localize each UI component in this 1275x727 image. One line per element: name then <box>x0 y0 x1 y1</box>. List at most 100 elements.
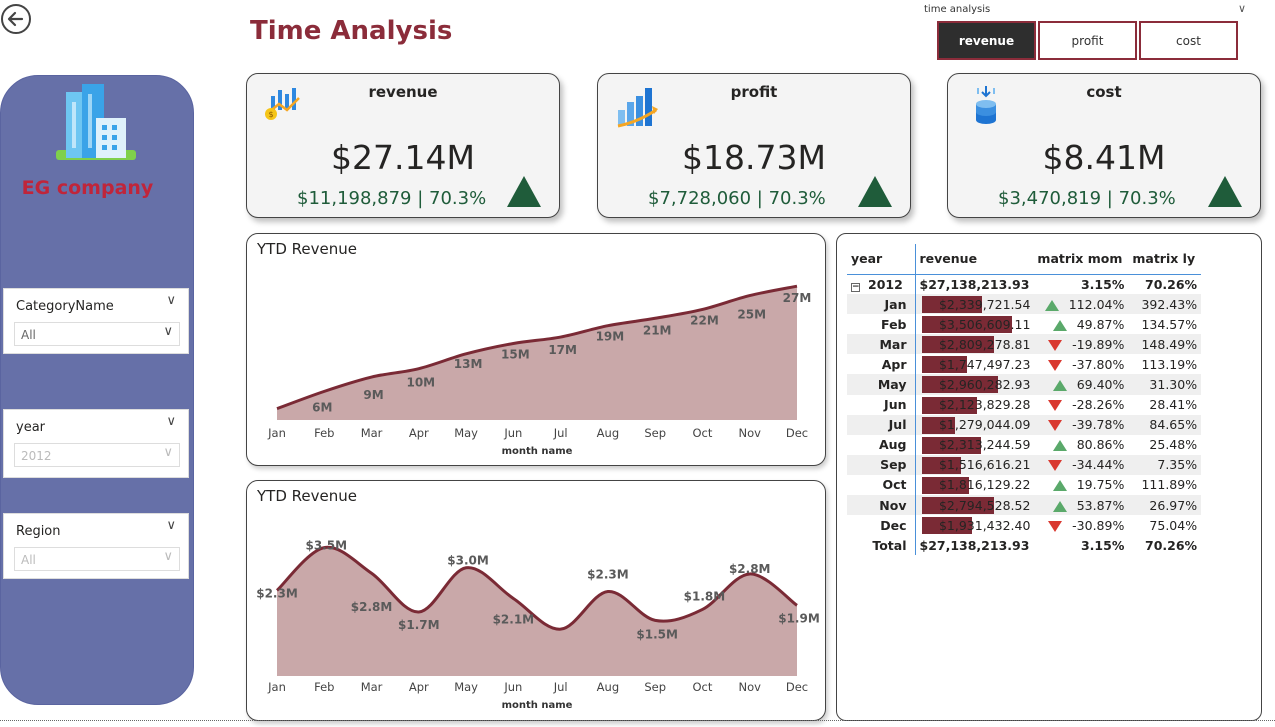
x-tick-label: Jul <box>553 680 568 694</box>
revenue-cell: $2,794,528.52 <box>915 495 1034 516</box>
table-row: Mar $2,809,278.81 -19.89% 148.49% <box>847 334 1202 355</box>
x-tick-label: Nov <box>739 426 762 440</box>
down-arrow-icon <box>1048 460 1063 472</box>
down-arrow-icon <box>1048 359 1063 371</box>
revenue-cell: $2,339,721.54 <box>915 294 1034 315</box>
data-label: $3.0M <box>447 554 489 568</box>
category-dropdown[interactable]: All ∨ <box>14 322 180 346</box>
profit-toggle-button[interactable]: profit <box>1038 21 1137 60</box>
x-tick-label: May <box>454 426 478 440</box>
revenue-cell: $2,123,829.28 <box>915 395 1033 415</box>
revenue-cell: $1,747,497.23 <box>915 354 1033 374</box>
ly-value: 392.43% <box>1128 294 1202 315</box>
ly-value: 25.48% <box>1149 437 1198 453</box>
cost-toggle-button[interactable]: cost <box>1139 21 1238 60</box>
card-subvalue: $11,198,879 | 70.3% <box>297 188 487 209</box>
chevron-down-icon[interactable]: ∨ <box>163 549 173 564</box>
chevron-down-icon[interactable]: ∨ <box>166 518 176 533</box>
x-tick-label: Sep <box>644 426 666 440</box>
x-tick-label: Mar <box>361 426 383 440</box>
building-icon <box>56 84 136 160</box>
card-value: $18.73M <box>682 138 826 177</box>
revenue-cell: $2,809,278.81 <box>915 334 1034 355</box>
chevron-down-icon[interactable]: ∨ <box>166 414 176 429</box>
chevron-down-icon[interactable]: ∨ <box>163 445 173 460</box>
data-label: 22M <box>690 313 719 327</box>
mom-cell: -19.89% <box>1033 334 1129 355</box>
table-row: Jul $1,279,044.09 -39.78% 84.65% <box>847 414 1202 435</box>
revenue-cell: $1,816,129.22 <box>915 475 1033 495</box>
chevron-down-icon[interactable]: ∨ <box>163 324 173 339</box>
data-label: $2.8M <box>351 600 393 614</box>
total-label: Total <box>847 535 916 556</box>
x-tick-label: Jun <box>503 426 522 440</box>
revenue-value: $1,931,432.40 <box>938 517 1031 533</box>
year-dropdown[interactable]: 2012 ∨ <box>14 443 180 467</box>
profit-card: profit $18.73M $7,728,060 | 70.3% <box>597 73 911 218</box>
x-tick-label: Sep <box>644 680 666 694</box>
back-button[interactable] <box>1 4 31 34</box>
table-row: Sep $1,516,616.21 -34.44% 7.35% <box>847 454 1202 475</box>
ly-value: 84.65% <box>1128 414 1202 435</box>
year-slicer[interactable]: year ∨ 2012 ∨ <box>3 409 189 478</box>
card-title: revenue <box>368 83 438 101</box>
chevron-down-icon[interactable]: ∨ <box>1238 2 1246 15</box>
mom-cell: 80.86% <box>1033 435 1128 455</box>
data-label: $2.8M <box>729 562 771 576</box>
page-divider <box>0 720 1275 721</box>
up-arrow-icon <box>1052 500 1067 512</box>
category-slicer[interactable]: CategoryName ∨ All ∨ <box>3 288 189 354</box>
region-dropdown[interactable]: All ∨ <box>14 547 180 571</box>
table-row: Aug $2,313,244.59 80.86% 25.48% <box>847 434 1201 455</box>
collapse-icon[interactable]: − <box>851 282 860 292</box>
up-triangle-icon <box>507 176 541 207</box>
total-mom: 3.15% <box>1080 537 1125 553</box>
up-arrow-icon <box>1052 380 1067 392</box>
data-label: $1.7M <box>398 618 440 632</box>
mom-cell: 112.04% <box>1033 294 1129 315</box>
header-revenue[interactable]: revenue <box>915 244 1034 275</box>
time-analysis-label: time analysis <box>924 4 991 15</box>
up-arrow-icon <box>1044 299 1059 311</box>
cost-card: cost $8.41M $3,470,819 | 70.3% <box>947 73 1261 218</box>
header-matrix-mom[interactable]: matrix mom <box>1033 244 1129 275</box>
month-label: May <box>847 374 916 395</box>
company-name: EG company <box>21 177 154 199</box>
revenue-cell: $2,313,244.59 <box>915 435 1033 455</box>
total-row: Total $27,138,213.93 3.15% 70.26% <box>847 535 1201 556</box>
revenue-card: $ revenue $27.14M $11,198,879 | 70.3% <box>246 73 560 218</box>
revenue-cell: $1,516,616.21 <box>915 454 1034 475</box>
chevron-down-icon[interactable]: ∨ <box>166 293 176 308</box>
data-label: $3.5M <box>305 539 347 553</box>
data-label: 17M <box>548 343 577 357</box>
data-label: 13M <box>454 357 483 371</box>
revenue-value: $2,123,829.28 <box>938 397 1031 413</box>
mom-cell: 19.75% <box>1033 475 1128 495</box>
table-row: Apr $1,747,497.23 -37.80% 113.19% <box>847 354 1201 375</box>
data-label: $2.1M <box>493 612 535 626</box>
mom-value: -39.78% <box>1072 417 1125 433</box>
total-ly: 70.26% <box>1145 537 1198 553</box>
revenue-toggle-button[interactable]: revenue <box>937 21 1036 60</box>
mom-value: 49.87% <box>1076 316 1125 332</box>
card-value: $8.41M <box>1042 138 1166 177</box>
revenue-value: $1,516,616.21 <box>938 457 1031 473</box>
up-arrow-icon <box>1052 440 1067 452</box>
mom-cell: 49.87% <box>1033 314 1128 334</box>
table-row: Dec $1,931,432.40 -30.89% 75.04% <box>847 515 1201 536</box>
month-label: Nov <box>847 495 916 516</box>
card-subvalue: $3,470,819 | 70.3% <box>998 188 1176 209</box>
table-row: Oct $1,816,129.22 19.75% 111.89% <box>847 474 1201 496</box>
mom-value: 69.40% <box>1076 377 1125 393</box>
header-year[interactable]: year <box>847 244 916 275</box>
data-label: $1.5M <box>636 627 678 641</box>
mom-cell: -37.80% <box>1033 354 1128 374</box>
revenue-value: $2,794,528.52 <box>938 497 1031 513</box>
x-tick-label: Mar <box>361 680 383 694</box>
month-label: Jun <box>847 394 916 415</box>
header-matrix-ly[interactable]: matrix ly <box>1128 244 1202 275</box>
x-tick-label: Jan <box>267 680 286 694</box>
revenue-value: $2,960,282.93 <box>938 377 1031 393</box>
region-slicer[interactable]: Region ∨ All ∨ <box>3 513 189 579</box>
slicer-value: All <box>21 553 36 567</box>
